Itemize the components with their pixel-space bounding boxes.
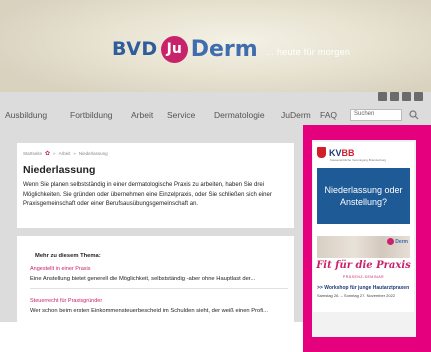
- workshop-name: >> Workshop für junge Hautarztpraxen: [317, 285, 410, 291]
- kvbb-banner[interactable]: Niederlassung oder Anstellung?: [317, 168, 410, 224]
- page-title: Niederlassung: [23, 164, 96, 176]
- related-link[interactable]: Steuerrecht für Praxisgründer: [30, 298, 102, 304]
- bvd-mark-icon: ✿: [45, 151, 51, 157]
- logo-ju-badge: Ju: [160, 35, 188, 63]
- related-teaser: Wer schon beim ersten Einkommensteuerbes…: [30, 308, 269, 314]
- related-panel: Mehr zu diesem Thema: Angestellt in eine…: [17, 236, 294, 322]
- breadcrumb-current: Niederlassung: [78, 151, 108, 156]
- breadcrumb: Startseite ✿ » Arbeit » Niederlassung: [23, 150, 108, 157]
- highlight-sidebar: KVBB Kassenärztliche Vereinigung Branden…: [303, 125, 431, 352]
- nav-item-service[interactable]: Service: [167, 110, 195, 120]
- workshop-ad[interactable]: Derm Fit für die Praxis PRÄSENZ-SEMINAR …: [313, 232, 414, 312]
- nav-item-fortbildung[interactable]: Fortbildung: [70, 110, 113, 120]
- logo-bvd-text: BVD: [112, 38, 158, 60]
- kvbb-subtitle: Kassenärztliche Vereinigung Brandenburg: [330, 158, 387, 162]
- kvbb-wordmark: KVBB: [329, 147, 355, 158]
- workshop-title: Fit für die Praxis: [316, 260, 411, 271]
- instagram-icon[interactable]: [378, 92, 387, 101]
- logo-derm-text: Derm: [190, 36, 258, 62]
- breadcrumb-home[interactable]: Startseite: [23, 151, 42, 156]
- nav-item-ausbildung[interactable]: Ausbildung: [5, 110, 47, 120]
- chevron-right-icon: »: [73, 151, 76, 156]
- youtube-icon[interactable]: [414, 92, 423, 101]
- nav-item-dermatologie[interactable]: Dermatologie: [214, 110, 265, 120]
- facebook-icon[interactable]: [402, 92, 411, 101]
- content-panel: Startseite ✿ » Arbeit » Niederlassung Ni…: [17, 143, 294, 228]
- workshop-date: Samstag 26. – Sonntag 27. November 2022: [317, 293, 396, 298]
- nav-item-faq[interactable]: FAQ: [320, 110, 337, 120]
- logo-tagline: ... heute für morgen: [265, 47, 351, 57]
- intro-text: Wenn Sie planen selbstständig in einer d…: [23, 182, 272, 207]
- divider: [30, 288, 288, 289]
- search-input[interactable]: Suchen: [350, 109, 402, 121]
- search-icon[interactable]: [409, 110, 419, 120]
- site-logo[interactable]: BVD Ju Derm ... heute für morgen: [112, 35, 351, 63]
- chevron-right-icon: »: [53, 151, 56, 156]
- workshop-subtitle: PRÄSENZ-SEMINAR: [342, 275, 385, 279]
- related-heading: Mehr zu diesem Thema:: [35, 253, 101, 259]
- thumbs-up-photo: Derm: [317, 236, 410, 258]
- site-header: BVD Ju Derm ... heute für morgen: [0, 0, 431, 92]
- twitter-icon[interactable]: [390, 92, 399, 101]
- breadcrumb-arbeit[interactable]: Arbeit: [59, 151, 71, 156]
- related-teaser: Eine Anstellung bietet generell die Mögl…: [30, 276, 256, 282]
- juderm-mini-logo: Derm: [387, 238, 408, 245]
- kvbb-logo: KVBB: [317, 147, 355, 158]
- nav-item-arbeit[interactable]: Arbeit: [131, 110, 153, 120]
- related-link[interactable]: Angestellt in einer Praxis: [30, 266, 91, 272]
- nav-item-juderm[interactable]: JuDerm: [281, 110, 311, 120]
- social-links: [378, 92, 423, 101]
- brandenburg-crest-icon: [317, 147, 326, 158]
